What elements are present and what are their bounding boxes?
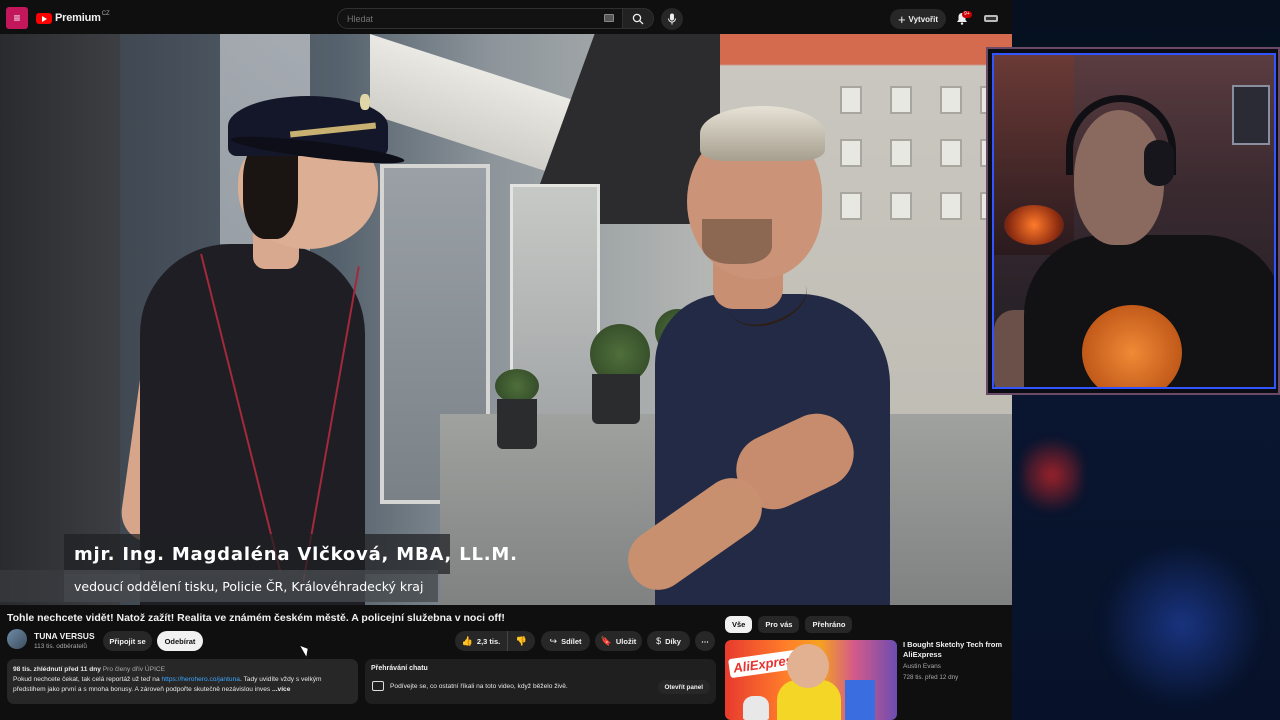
chip-all[interactable]: Vše: [725, 616, 753, 633]
scene-pot: [497, 399, 537, 449]
description-meta: 98 tis. zhlédnutí před 11 dny Pro členy …: [13, 665, 352, 675]
chat-replay-text: Podívejte se, co ostatní říkali na toto …: [390, 683, 568, 690]
scene-building-window: [840, 192, 862, 220]
share-icon: ↪: [549, 635, 558, 646]
recommendation-title[interactable]: I Bought Sketchy Tech from AliExpress: [903, 640, 1008, 660]
video-info-area: Tohle nechcete vidět! Natož zažít! Reali…: [0, 605, 1012, 720]
create-button[interactable]: + Vytvořit: [890, 9, 946, 29]
chip-for-you[interactable]: Pro vás: [758, 616, 800, 633]
dislike-button[interactable]: 👎: [507, 631, 535, 651]
bookmark-icon: 🔖: [600, 635, 612, 646]
lower-third-name: mjr. Ing. Magdaléna Vlčková, MBA, LL.M.: [64, 534, 517, 574]
thanks-icon: $: [656, 636, 662, 646]
voice-search-button[interactable]: [661, 8, 683, 30]
scene-building-window: [840, 139, 862, 167]
plus-icon: +: [897, 11, 906, 27]
microphone-icon: [668, 13, 676, 25]
search-icon: [632, 13, 644, 24]
recommendation-thumbnail[interactable]: AliExpress: [725, 640, 897, 720]
scene-wall: [0, 34, 130, 605]
scene-building-window: [890, 86, 912, 114]
lower-third-role: vedoucí oddělení tisku, Policie ČR, Král…: [64, 570, 438, 602]
subscribe-label: Odebírat: [164, 636, 196, 646]
chip-watched[interactable]: Přehráno: [805, 616, 853, 633]
screen: ≡ Premium CZ + Vytvořit 9+: [0, 0, 1280, 720]
notifications-badge: 9+: [962, 11, 972, 18]
subscribe-button[interactable]: Odebírat: [157, 631, 203, 651]
logo-text: Premium: [55, 12, 101, 24]
man-hair: [700, 106, 825, 161]
save-button[interactable]: 🔖 Uložit: [595, 631, 642, 651]
ambient-glow-red: [1022, 430, 1082, 520]
chat-icon: [372, 681, 384, 691]
scene-building-window: [940, 139, 962, 167]
like-count: 2,3 tis.: [476, 636, 501, 646]
webcam-lamp: [1004, 205, 1064, 245]
youtube-play-icon: [36, 12, 52, 24]
chat-replay-header: Přehrávání chatu: [371, 665, 428, 672]
create-label: Vytvořit: [908, 14, 939, 24]
like-button[interactable]: 👍 2,3 tis.: [455, 631, 507, 651]
thumbnail-box: [845, 680, 875, 720]
account-avatar[interactable]: [982, 10, 1000, 26]
recommendation-chips: Vše Pro vás Přehráno: [725, 616, 853, 633]
video-player[interactable]: mjr. Ing. Magdaléna Vlčková, MBA, LL.M. …: [0, 34, 1012, 605]
notifications-button[interactable]: 9+: [953, 9, 972, 27]
thumbnail-robot: [743, 696, 769, 720]
search-box[interactable]: [337, 8, 623, 29]
views-date: 98 tis. zhlédnutí před 11 dny: [13, 666, 101, 673]
logo-region: CZ: [101, 11, 110, 17]
channel-name[interactable]: TUNA VERSUS: [34, 631, 95, 641]
channel-avatar[interactable]: [7, 629, 27, 649]
description-text: Pokud nechcete čekat, tak celá reportáž …: [13, 675, 352, 695]
scene-building-window: [940, 192, 962, 220]
shirt-logo: [1082, 305, 1182, 387]
open-panel-button[interactable]: Otevřít panel: [657, 680, 710, 694]
recommendation-channel[interactable]: Austin Evans: [903, 663, 941, 670]
man-beard: [702, 219, 772, 264]
scene-building-window: [940, 86, 962, 114]
keyboard-icon[interactable]: [604, 14, 614, 22]
headphone-earcup: [1144, 140, 1174, 186]
description-link[interactable]: https://herohero.co/jantuna: [161, 676, 239, 683]
channel-subscribers: 113 tis. odběratelů: [34, 643, 87, 650]
scene-pot: [592, 374, 640, 424]
description-box[interactable]: 98 tis. zhlédnutí před 11 dny Pro členy …: [7, 659, 358, 704]
join-button[interactable]: Připojit se: [103, 631, 152, 651]
search-button[interactable]: [622, 8, 654, 29]
hamburger-icon[interactable]: ≡: [6, 7, 28, 29]
save-label: Uložit: [615, 636, 637, 646]
more-actions-button[interactable]: ⋯: [695, 631, 715, 651]
channel-logo-icon: [984, 15, 998, 22]
share-label: Sdílet: [561, 636, 582, 646]
webcam-frame: [992, 53, 1276, 389]
webcam-picture-frame: [1232, 85, 1270, 145]
webcam-overlay: [986, 47, 1280, 395]
scene-building-window: [890, 139, 912, 167]
join-label: Připojit se: [109, 636, 146, 646]
more-icon: ⋯: [701, 636, 709, 646]
thumbs-down-icon: 👎: [515, 635, 528, 646]
police-cap-badge: [360, 94, 370, 110]
thumbnail-person-face: [787, 644, 829, 688]
recommendation-meta: 728 tis. před 12 dny: [903, 674, 959, 681]
video-title: Tohle nechcete vidět! Natož zažít! Reali…: [7, 612, 505, 624]
ambient-glow-blue: [1102, 540, 1262, 710]
thanks-button[interactable]: $ Díky: [647, 631, 690, 651]
show-more-link[interactable]: ...více: [272, 686, 290, 693]
members-note: Pro členy dřív ÚPICE: [102, 666, 166, 673]
scene-plant: [495, 369, 539, 403]
share-button[interactable]: ↪ Sdílet: [541, 631, 590, 651]
thanks-label: Díky: [665, 636, 681, 646]
scene-building-window: [890, 192, 912, 220]
chat-replay-box: Přehrávání chatu Podívejte se, co ostatn…: [365, 659, 716, 704]
lower-third-pad: [0, 570, 64, 602]
youtube-logo[interactable]: Premium CZ: [36, 11, 110, 24]
thumbs-up-icon: 👍: [461, 635, 473, 646]
scene-building-window: [840, 86, 862, 114]
search-input[interactable]: [347, 13, 587, 24]
description-text-1: Pokud nechcete čekat, tak celá reportáž …: [13, 676, 162, 683]
